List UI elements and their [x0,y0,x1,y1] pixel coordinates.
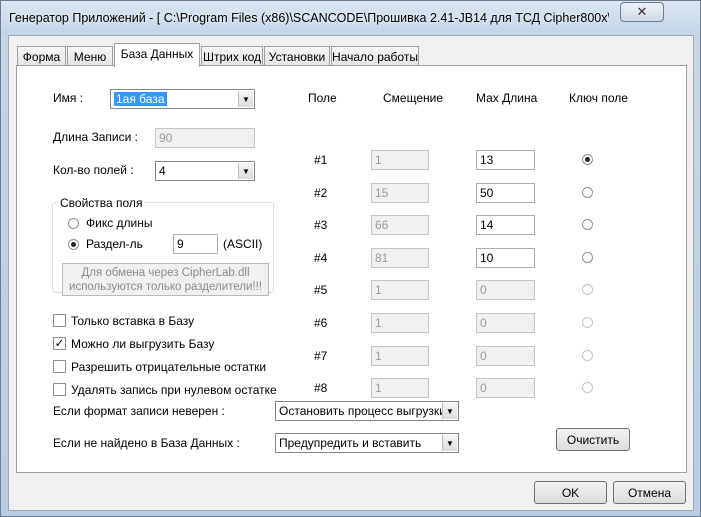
bad-format-value: Остановить процесс выгрузки [279,404,446,418]
dialog-client: Форма Меню База Данных Штрих код Установ… [8,35,694,511]
offset-field: 1 [371,378,429,398]
fields-count-label: Кол-во полей : [53,163,134,177]
name-label: Имя : [53,91,84,105]
allow-negative-label: Разрешить отрицательные остатки [71,360,267,374]
clear-button[interactable]: Очистить [556,428,630,451]
offset-field: 1 [371,280,429,300]
fields-count-value: 4 [159,164,166,178]
field-row-name: #3 [314,218,328,232]
tab-form[interactable]: Форма [17,46,66,66]
record-length-label: Длина Записи : [53,130,138,144]
tab-database[interactable]: База Данных [114,43,200,67]
field-props-title: Свойства поля [58,196,145,210]
offset-field: 66 [371,215,429,235]
field-row-name: #1 [314,153,328,167]
field-row-name: #2 [314,186,328,200]
field-row-name: #6 [314,316,328,330]
max-length-field[interactable]: 50 [476,183,535,203]
title-bar: Генератор Приложений - [ C:\Program File… [1,1,700,35]
max-length-field[interactable]: 10 [476,248,535,268]
name-combo[interactable]: 1ая база ▼ [110,89,255,109]
offset-field: 15 [371,183,429,203]
key-field-radio [582,317,593,328]
bad-format-combo[interactable]: Остановить процесс выгрузки ▼ [275,401,459,421]
field-row-name: #8 [314,381,328,395]
insert-only-checkbox[interactable] [53,314,66,327]
database-panel: Имя : 1ая база ▼ Длина Записи : 90 Кол-в… [16,65,687,473]
insert-only-label: Только вставка в Базу [71,314,195,328]
cancel-button[interactable]: Отмена [613,481,686,504]
bad-format-label: Если формат записи неверен : [53,404,225,418]
max-length-field: 0 [476,280,535,300]
field-row-name: #5 [314,283,328,297]
max-length-field[interactable]: 13 [476,150,535,170]
offset-field: 1 [371,313,429,333]
max-length-field: 0 [476,346,535,366]
key-field-radio[interactable] [582,154,593,165]
key-field-radio[interactable] [582,219,593,230]
chevron-down-icon: ▼ [442,403,457,419]
header-key: Ключ поле [569,91,628,105]
max-length-field: 0 [476,313,535,333]
window-title: Генератор Приложений - [ C:\Program File… [9,11,609,25]
chevron-down-icon: ▼ [442,435,457,451]
dll-note-line1: Для обмена через CipherLab.dll [81,267,250,279]
key-field-radio[interactable] [582,187,593,198]
header-field: Поле [308,91,337,105]
fixed-length-label: Фикс длины [86,216,153,230]
offset-field: 1 [371,150,429,170]
separator-label: Раздел-ль [86,237,143,251]
offset-field: 1 [371,346,429,366]
allow-negative-checkbox[interactable] [53,360,66,373]
app-window: Генератор Приложений - [ C:\Program File… [0,0,701,517]
tab-settings[interactable]: Установки [264,46,330,66]
record-length-field: 90 [155,128,255,148]
dll-note-line2: используются только разделители!!! [69,281,262,293]
tab-menu[interactable]: Меню [67,46,113,66]
name-value: 1ая база [114,92,167,106]
key-field-radio [582,284,593,295]
tab-start[interactable]: Начало работы [331,46,419,66]
close-button[interactable]: ✕ [620,2,664,22]
not-found-label: Если не найдено в База Данных : [53,436,240,450]
ok-button[interactable]: OK [534,481,607,504]
dll-note: Для обмена через CipherLab.dll использую… [62,263,269,296]
not-found-value: Предупредить и вставить [279,436,422,450]
delete-zero-label: Удалять запись при нулевом остатке [71,383,277,397]
max-length-field: 0 [476,378,535,398]
chevron-down-icon: ▼ [238,163,253,179]
field-row-name: #4 [314,251,328,265]
ascii-label: (ASCII) [223,237,263,251]
not-found-combo[interactable]: Предупредить и вставить ▼ [275,433,459,453]
offset-field: 81 [371,248,429,268]
tab-barcode[interactable]: Штрих код [201,46,263,66]
key-field-radio[interactable] [582,252,593,263]
header-max-length: Мах Длина [476,91,538,105]
key-field-radio [582,382,593,393]
field-row-name: #7 [314,349,328,363]
separator-radio[interactable] [68,239,79,250]
fields-count-combo[interactable]: 4 ▼ [155,161,255,181]
can-export-label: Можно ли выгрузить Базу [71,337,215,351]
delete-zero-checkbox[interactable] [53,383,66,396]
key-field-radio [582,350,593,361]
close-icon: ✕ [636,4,648,19]
header-offset: Смещение [383,91,444,105]
can-export-checkbox[interactable]: ✓ [53,337,66,350]
fixed-length-radio[interactable] [68,218,79,229]
chevron-down-icon: ▼ [238,91,253,107]
separator-input[interactable]: 9 [173,234,218,254]
max-length-field[interactable]: 14 [476,215,535,235]
